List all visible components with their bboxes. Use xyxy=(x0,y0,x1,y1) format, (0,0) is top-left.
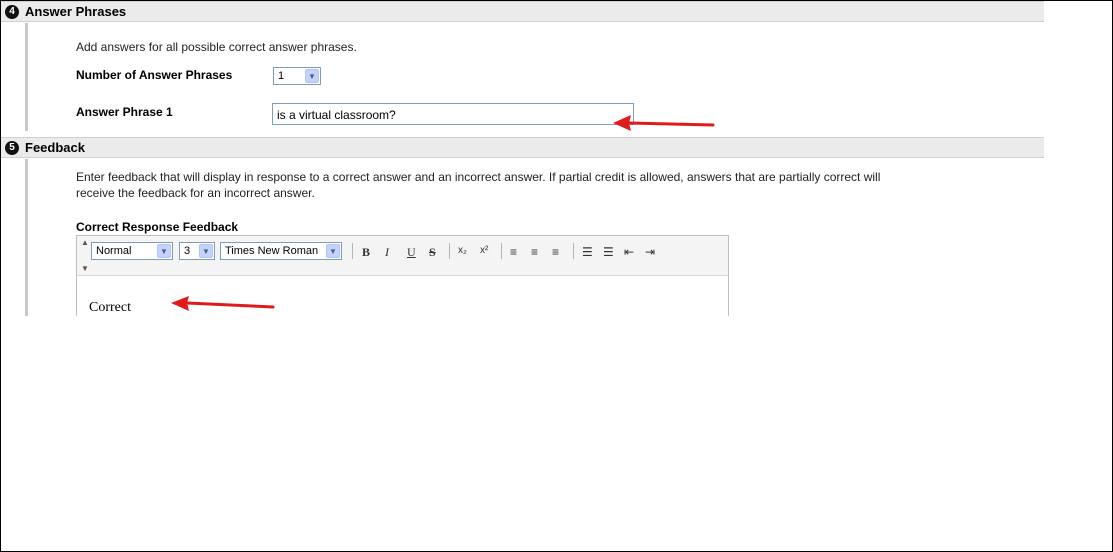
step-5-badge: 5 xyxy=(5,141,19,155)
annotation-arrow-icon xyxy=(171,296,275,311)
font-family-value: Times New Roman xyxy=(225,245,319,257)
section-5-rule xyxy=(25,159,28,316)
annotation-arrow-icon xyxy=(613,115,715,131)
strikethrough-button[interactable]: S xyxy=(429,245,436,260)
answer-phrases-description: Add answers for all possible correct ans… xyxy=(76,40,357,54)
superscript-button[interactable]: x² xyxy=(480,245,488,256)
outdent-icon[interactable]: ⇤ xyxy=(624,245,634,259)
bulleted-list-icon[interactable]: ☰ xyxy=(603,245,614,259)
chevron-down-icon: ▼ xyxy=(199,244,213,258)
page-content: 4 Answer Phrases Add answers for all pos… xyxy=(1,1,1044,316)
align-right-icon[interactable]: ≡ xyxy=(552,245,559,259)
editor-toolbar: ▲ ▼ Normal ▼ 3 ▼ Times New Roman ▼ B I U… xyxy=(77,236,728,276)
collapse-down-icon[interactable]: ▼ xyxy=(81,264,89,273)
paragraph-format-select[interactable]: Normal ▼ xyxy=(91,242,173,260)
font-size-select[interactable]: 3 ▼ xyxy=(179,242,215,260)
align-left-icon[interactable]: ≡ xyxy=(510,245,517,259)
font-size-value: 3 xyxy=(184,245,191,257)
indent-icon[interactable]: ⇥ xyxy=(645,245,655,259)
numbered-list-icon[interactable]: ☰ xyxy=(582,245,593,259)
underline-button[interactable]: U xyxy=(407,245,416,260)
collapse-up-icon[interactable]: ▲ xyxy=(81,238,89,247)
subscript-button[interactable]: x₂ xyxy=(458,245,467,256)
bold-button[interactable]: B xyxy=(362,245,370,260)
answer-phrase-1-label: Answer Phrase 1 xyxy=(76,105,173,119)
chevron-down-icon: ▼ xyxy=(305,69,319,83)
toolbar-separator xyxy=(352,243,353,259)
toolbar-separator xyxy=(573,243,574,259)
window-frame: 4 Answer Phrases Add answers for all pos… xyxy=(0,0,1113,552)
paragraph-format-value: Normal xyxy=(96,245,132,257)
font-family-select[interactable]: Times New Roman ▼ xyxy=(220,242,342,260)
feedback-header: 5 Feedback xyxy=(1,137,1044,158)
number-of-answer-phrases-label: Number of Answer Phrases xyxy=(76,68,233,82)
feedback-description-line1: Enter feedback that will display in resp… xyxy=(76,170,881,184)
feedback-description-line2: receive the feedback for an incorrect an… xyxy=(76,186,315,200)
number-of-answer-phrases-value: 1 xyxy=(278,70,285,82)
answer-phrases-title: Answer Phrases xyxy=(25,4,127,19)
editor-text: Correct xyxy=(89,300,131,315)
align-center-icon[interactable]: ≡ xyxy=(531,245,538,259)
answer-phrase-1-input[interactable]: is a virtual classroom? xyxy=(272,103,634,125)
feedback-title: Feedback xyxy=(25,140,85,155)
section-4-rule xyxy=(25,23,28,131)
correct-response-feedback-label: Correct Response Feedback xyxy=(76,220,239,234)
chevron-down-icon: ▼ xyxy=(157,244,171,258)
toolbar-separator xyxy=(449,243,450,259)
chevron-down-icon: ▼ xyxy=(326,244,340,258)
answer-phrases-header: 4 Answer Phrases xyxy=(1,1,1044,22)
step-4-badge: 4 xyxy=(5,5,19,19)
toolbar-separator xyxy=(501,243,502,259)
number-of-answer-phrases-select[interactable]: 1 ▼ xyxy=(273,67,321,85)
italic-button[interactable]: I xyxy=(385,245,389,260)
